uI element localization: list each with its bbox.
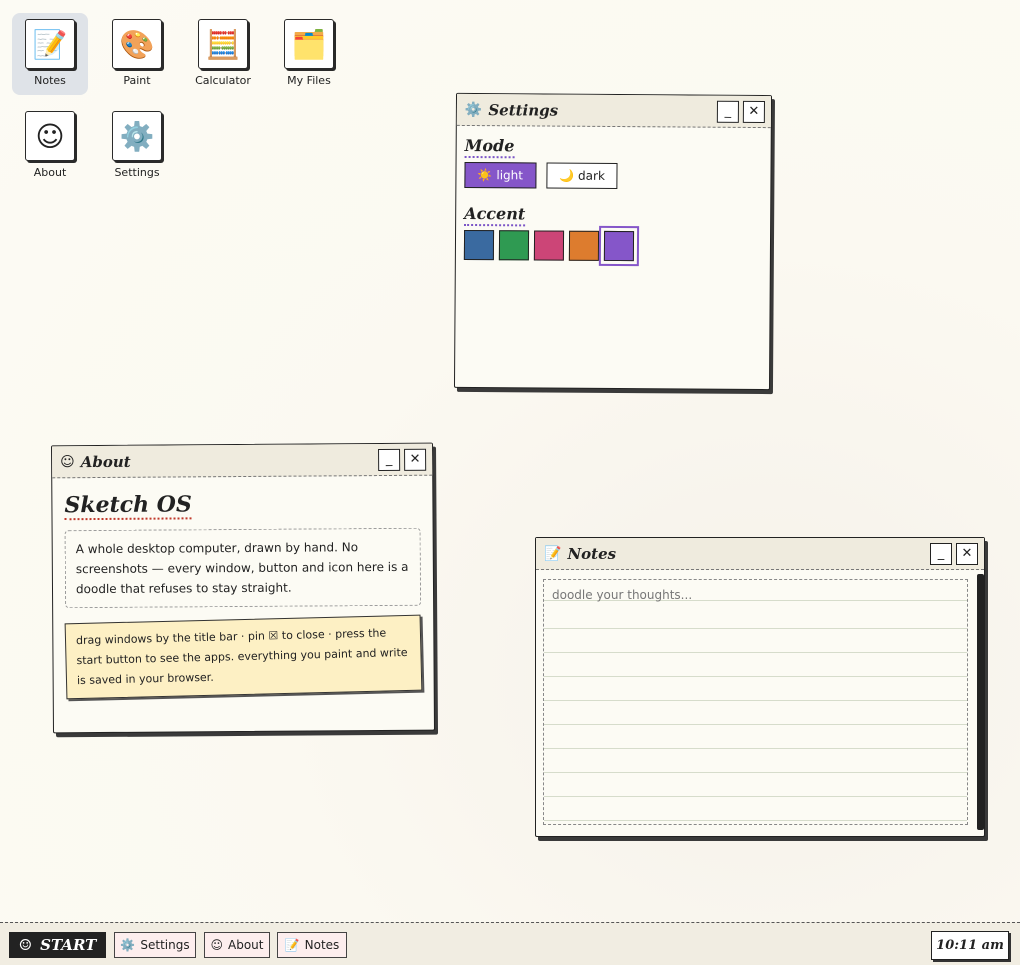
- accent-heading: Accent: [464, 203, 526, 227]
- smiley-icon: ☺: [60, 453, 75, 470]
- folder-icon: 🗂️: [284, 19, 334, 69]
- taskbar: ☺ START ⚙️ Settings ☺ About 📝 Notes 10:1…: [0, 922, 1020, 965]
- minimize-button[interactable]: _: [930, 542, 952, 565]
- about-titlebar[interactable]: ☺ About _ ✕: [52, 443, 433, 479]
- accent-swatch-3[interactable]: [533, 230, 565, 261]
- taskbar-item-notes[interactable]: 📝 Notes: [277, 932, 347, 958]
- gear-icon: ⚙️: [464, 101, 483, 118]
- close-button[interactable]: ✕: [742, 100, 765, 123]
- desktop-icon-label: Settings: [114, 166, 160, 179]
- minimize-button[interactable]: _: [716, 100, 739, 123]
- about-heading: Sketch OS: [64, 491, 192, 521]
- settings-titlebar[interactable]: ⚙️ Settings _ ✕: [456, 93, 772, 129]
- about-description: A whole desktop computer, drawn by hand.…: [64, 527, 422, 609]
- notes-window: 📝 Notes _ ✕: [535, 537, 985, 837]
- window-title: Settings: [488, 100, 559, 120]
- palette-icon: 🎨: [112, 19, 162, 69]
- desktop-icon-notes[interactable]: 📝 Notes: [12, 13, 88, 95]
- start-label: START: [40, 936, 97, 954]
- notes-icon: 📝: [544, 545, 562, 562]
- minimize-button[interactable]: _: [378, 448, 401, 471]
- desktop-icon-label: About: [33, 166, 67, 179]
- abacus-icon: 🧮: [198, 19, 248, 69]
- window-title: About: [80, 452, 131, 471]
- accent-swatch-4[interactable]: [568, 230, 600, 261]
- smiley-icon: ☺: [25, 111, 75, 161]
- taskbar-item-label: Notes: [304, 938, 340, 952]
- taskbar-item-settings[interactable]: ⚙️ Settings: [114, 932, 196, 958]
- taskbar-item-label: Settings: [140, 938, 190, 952]
- notes-textarea[interactable]: [544, 580, 967, 824]
- notes-editor: [543, 579, 968, 825]
- notes-titlebar[interactable]: 📝 Notes _ ✕: [536, 538, 984, 570]
- accent-swatch-5[interactable]: [598, 225, 640, 267]
- light-mode-label: light: [496, 168, 524, 183]
- clock: 10:11 am: [931, 931, 1009, 960]
- gear-icon: ⚙️: [112, 111, 162, 161]
- taskbar-item-label: About: [228, 938, 264, 952]
- close-button[interactable]: ✕: [404, 448, 427, 471]
- light-mode-button[interactable]: ☀️ light: [464, 161, 537, 189]
- desktop-icon-my-files[interactable]: 🗂️ My Files: [271, 13, 347, 95]
- desktop-icon-calculator[interactable]: 🧮 Calculator: [185, 13, 261, 95]
- desktop-icon-label: My Files: [287, 74, 331, 87]
- moon-icon: 🌙: [559, 168, 575, 183]
- taskbar-item-about[interactable]: ☺ About: [204, 932, 270, 958]
- accent-swatches: [463, 225, 762, 267]
- notes-icon: 📝: [25, 19, 75, 69]
- dark-mode-button[interactable]: 🌙 dark: [546, 162, 619, 190]
- mode-heading: Mode: [464, 135, 515, 159]
- about-tip-note: drag windows by the title bar · pin ☒ to…: [64, 614, 423, 700]
- desktop-icon-label: Calculator: [195, 74, 251, 87]
- notes-icon: 📝: [284, 938, 300, 952]
- desktop-icon-label: Paint: [123, 74, 151, 87]
- desktop-icon-about[interactable]: ☺ About: [12, 105, 88, 187]
- notes-scrollbar[interactable]: [977, 574, 984, 830]
- gear-icon: ⚙️: [120, 938, 136, 952]
- about-window: ☺ About _ ✕ Sketch OS A whole desktop co…: [50, 442, 436, 734]
- close-button[interactable]: ✕: [956, 542, 978, 565]
- accent-swatch-1[interactable]: [463, 229, 495, 261]
- accent-swatch-2[interactable]: [498, 230, 530, 261]
- start-button[interactable]: ☺ START: [9, 932, 106, 958]
- desktop-icon-paint[interactable]: 🎨 Paint: [99, 13, 175, 95]
- desktop-icon-label: Notes: [34, 74, 66, 87]
- smiley-icon: ☺: [210, 938, 224, 952]
- settings-window: ⚙️ Settings _ ✕ Mode ☀️ light 🌙 dark Acc…: [453, 92, 773, 391]
- sun-icon: ☀️: [477, 168, 493, 183]
- desktop-icon-settings[interactable]: ⚙️ Settings: [99, 105, 175, 187]
- window-title: Notes: [567, 544, 617, 563]
- dark-mode-label: dark: [578, 168, 605, 183]
- smiley-icon: ☺: [18, 936, 33, 954]
